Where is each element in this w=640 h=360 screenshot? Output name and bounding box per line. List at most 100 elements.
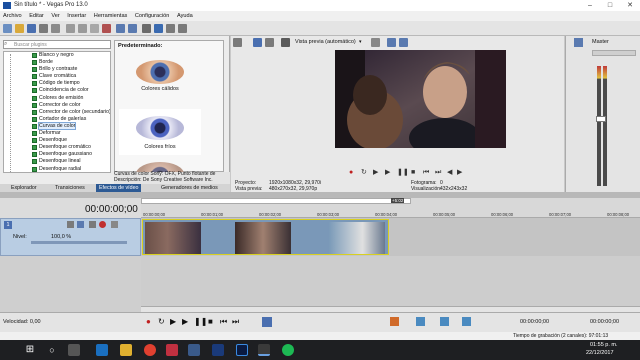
fx-item[interactable]: Desenfoque cromático xyxy=(4,144,110,151)
loop-icon[interactable]: ↻ xyxy=(158,317,165,326)
menu-archivo[interactable]: Archivo xyxy=(0,11,25,21)
app-icon[interactable] xyxy=(212,344,224,356)
next-frame-icon[interactable]: ▶ xyxy=(457,168,462,177)
fx-item[interactable]: Desenfoque xyxy=(4,137,110,144)
fx-item[interactable]: Borde xyxy=(4,59,110,66)
track-motion-icon[interactable] xyxy=(67,221,74,228)
media-app-icon[interactable] xyxy=(166,344,178,356)
fx-icon[interactable] xyxy=(265,38,274,47)
stop-icon[interactable]: ■ xyxy=(208,317,213,326)
loop-region-bar[interactable] xyxy=(141,198,411,204)
task-view-icon[interactable] xyxy=(68,344,80,356)
go-to-start-icon[interactable]: ⏮ xyxy=(423,168,429,177)
play-from-start-icon[interactable]: ▶ xyxy=(373,168,378,177)
new-project-icon[interactable] xyxy=(3,24,12,33)
play-from-start-icon[interactable]: ▶ xyxy=(170,317,176,326)
pause-icon[interactable]: ❚❚ xyxy=(397,168,409,177)
menu-insertar[interactable]: Insertar xyxy=(64,11,89,21)
fx-item[interactable]: Código de tiempo xyxy=(4,80,110,87)
paste-icon[interactable] xyxy=(90,24,99,33)
master-controls[interactable] xyxy=(592,50,636,56)
tab-explorador[interactable]: Explorador xyxy=(8,184,40,192)
preview-quality-select[interactable]: Vista previa (automático) xyxy=(295,39,356,45)
master-fader[interactable] xyxy=(596,116,606,122)
record-icon[interactable]: ● xyxy=(146,317,151,326)
fx-item[interactable]: Cortador de galerías xyxy=(4,116,110,123)
chevron-down-icon[interactable]: ▾ xyxy=(359,39,362,45)
vegas-pro-icon[interactable] xyxy=(258,344,270,356)
fx-item-selected[interactable]: Curvas de color xyxy=(4,121,110,130)
fx-item[interactable]: Desenfoque radial xyxy=(4,166,110,173)
split-screen-icon[interactable] xyxy=(281,38,290,47)
fx-item[interactable]: Corrector de color xyxy=(4,102,110,109)
normal-edit-tool-icon[interactable] xyxy=(154,24,163,33)
copy-snapshot-icon[interactable] xyxy=(387,38,396,47)
file-explorer-icon[interactable] xyxy=(120,344,132,356)
copy-icon[interactable] xyxy=(78,24,87,33)
windows-start-icon[interactable]: ⊞ xyxy=(24,344,36,356)
snap-icon[interactable] xyxy=(142,24,151,33)
app-icon[interactable] xyxy=(188,344,200,356)
master-fx-icon[interactable] xyxy=(574,38,583,47)
menu-herramientas[interactable]: Herramientas xyxy=(91,11,131,21)
minimize-icon[interactable]: – xyxy=(580,0,600,11)
plugin-search-input[interactable]: Buscar plugins xyxy=(3,40,111,49)
level-slider[interactable] xyxy=(31,241,127,244)
chrome-icon[interactable] xyxy=(144,344,156,356)
fx-item[interactable]: Blanco y negro xyxy=(4,52,110,59)
menu-editar[interactable]: Editar xyxy=(26,11,47,21)
go-to-start-icon[interactable]: ⏮ xyxy=(220,317,227,327)
menu-ayuda[interactable]: Ayuda xyxy=(174,11,196,21)
timeline-workspace[interactable] xyxy=(141,256,640,306)
loop-icon[interactable]: ↻ xyxy=(361,168,367,177)
timeline-empty-area[interactable] xyxy=(0,256,640,312)
fx-tree-list[interactable]: Blanco y negro Borde Brillo y contraste … xyxy=(3,51,111,173)
fx-item[interactable]: Brillo y contraste xyxy=(4,66,110,73)
fx-item[interactable]: Corrector de color (secundario) xyxy=(4,109,110,116)
record-icon[interactable]: ● xyxy=(349,168,353,177)
external-monitor-icon[interactable] xyxy=(253,38,262,47)
stop-icon[interactable]: ■ xyxy=(411,168,415,177)
ignore-event-grouping-icon[interactable] xyxy=(462,317,471,326)
tab-generadores-de-medios[interactable]: Generadores de medios xyxy=(158,184,221,192)
go-to-end-icon[interactable]: ⏭ xyxy=(435,168,441,177)
solo-icon[interactable] xyxy=(111,221,118,228)
video-clip[interactable] xyxy=(142,219,389,255)
delete-icon[interactable] xyxy=(102,24,111,33)
previous-frame-icon[interactable]: ◀ xyxy=(447,168,452,177)
lock-envelopes-icon[interactable] xyxy=(440,317,449,326)
maximize-icon[interactable]: □ xyxy=(600,0,620,11)
properties-icon[interactable] xyxy=(39,24,48,33)
fx-item[interactable]: Deformar xyxy=(4,130,110,137)
go-to-end-icon[interactable]: ⏭ xyxy=(232,317,239,327)
edit-tool-icon[interactable] xyxy=(262,317,272,327)
pause-icon[interactable]: ❚❚ xyxy=(194,317,207,326)
close-icon[interactable]: ✕ xyxy=(620,0,640,11)
selection-tool-icon[interactable] xyxy=(178,24,187,33)
preset-colores-frios[interactable]: Colores fríos xyxy=(119,109,201,155)
menu-configuracion[interactable]: Configuración xyxy=(132,11,173,21)
edge-icon[interactable] xyxy=(96,344,108,356)
cut-icon[interactable] xyxy=(66,24,75,33)
auto-ripple-icon[interactable] xyxy=(416,317,425,326)
save-snapshot-icon[interactable] xyxy=(399,38,408,47)
overlays-icon[interactable] xyxy=(371,38,380,47)
save-icon[interactable] xyxy=(27,24,36,33)
photoshop-icon[interactable] xyxy=(236,344,248,356)
mute-icon[interactable] xyxy=(99,221,106,228)
menu-ver[interactable]: Ver xyxy=(48,11,62,21)
preset-colores-calidos[interactable]: Colores cálidos xyxy=(119,57,201,95)
play-icon[interactable]: ▶ xyxy=(182,317,188,326)
track-fx-icon[interactable] xyxy=(77,221,84,228)
undo-icon[interactable] xyxy=(116,24,125,33)
fx-item[interactable]: Coincidencia de color xyxy=(4,87,110,94)
video-track-header[interactable]: 1 Nivel: 100,0 % xyxy=(0,218,141,256)
project-properties-icon[interactable] xyxy=(233,38,242,47)
fx-item[interactable]: Colores de emisión xyxy=(4,95,110,102)
spotify-icon[interactable] xyxy=(282,344,294,356)
snapping-icon[interactable] xyxy=(390,317,399,326)
fx-item[interactable]: Clave cromática xyxy=(4,73,110,80)
redo-icon[interactable] xyxy=(128,24,137,33)
region-marker[interactable]: +5:02 xyxy=(391,198,405,203)
play-icon[interactable]: ▶ xyxy=(385,168,390,177)
